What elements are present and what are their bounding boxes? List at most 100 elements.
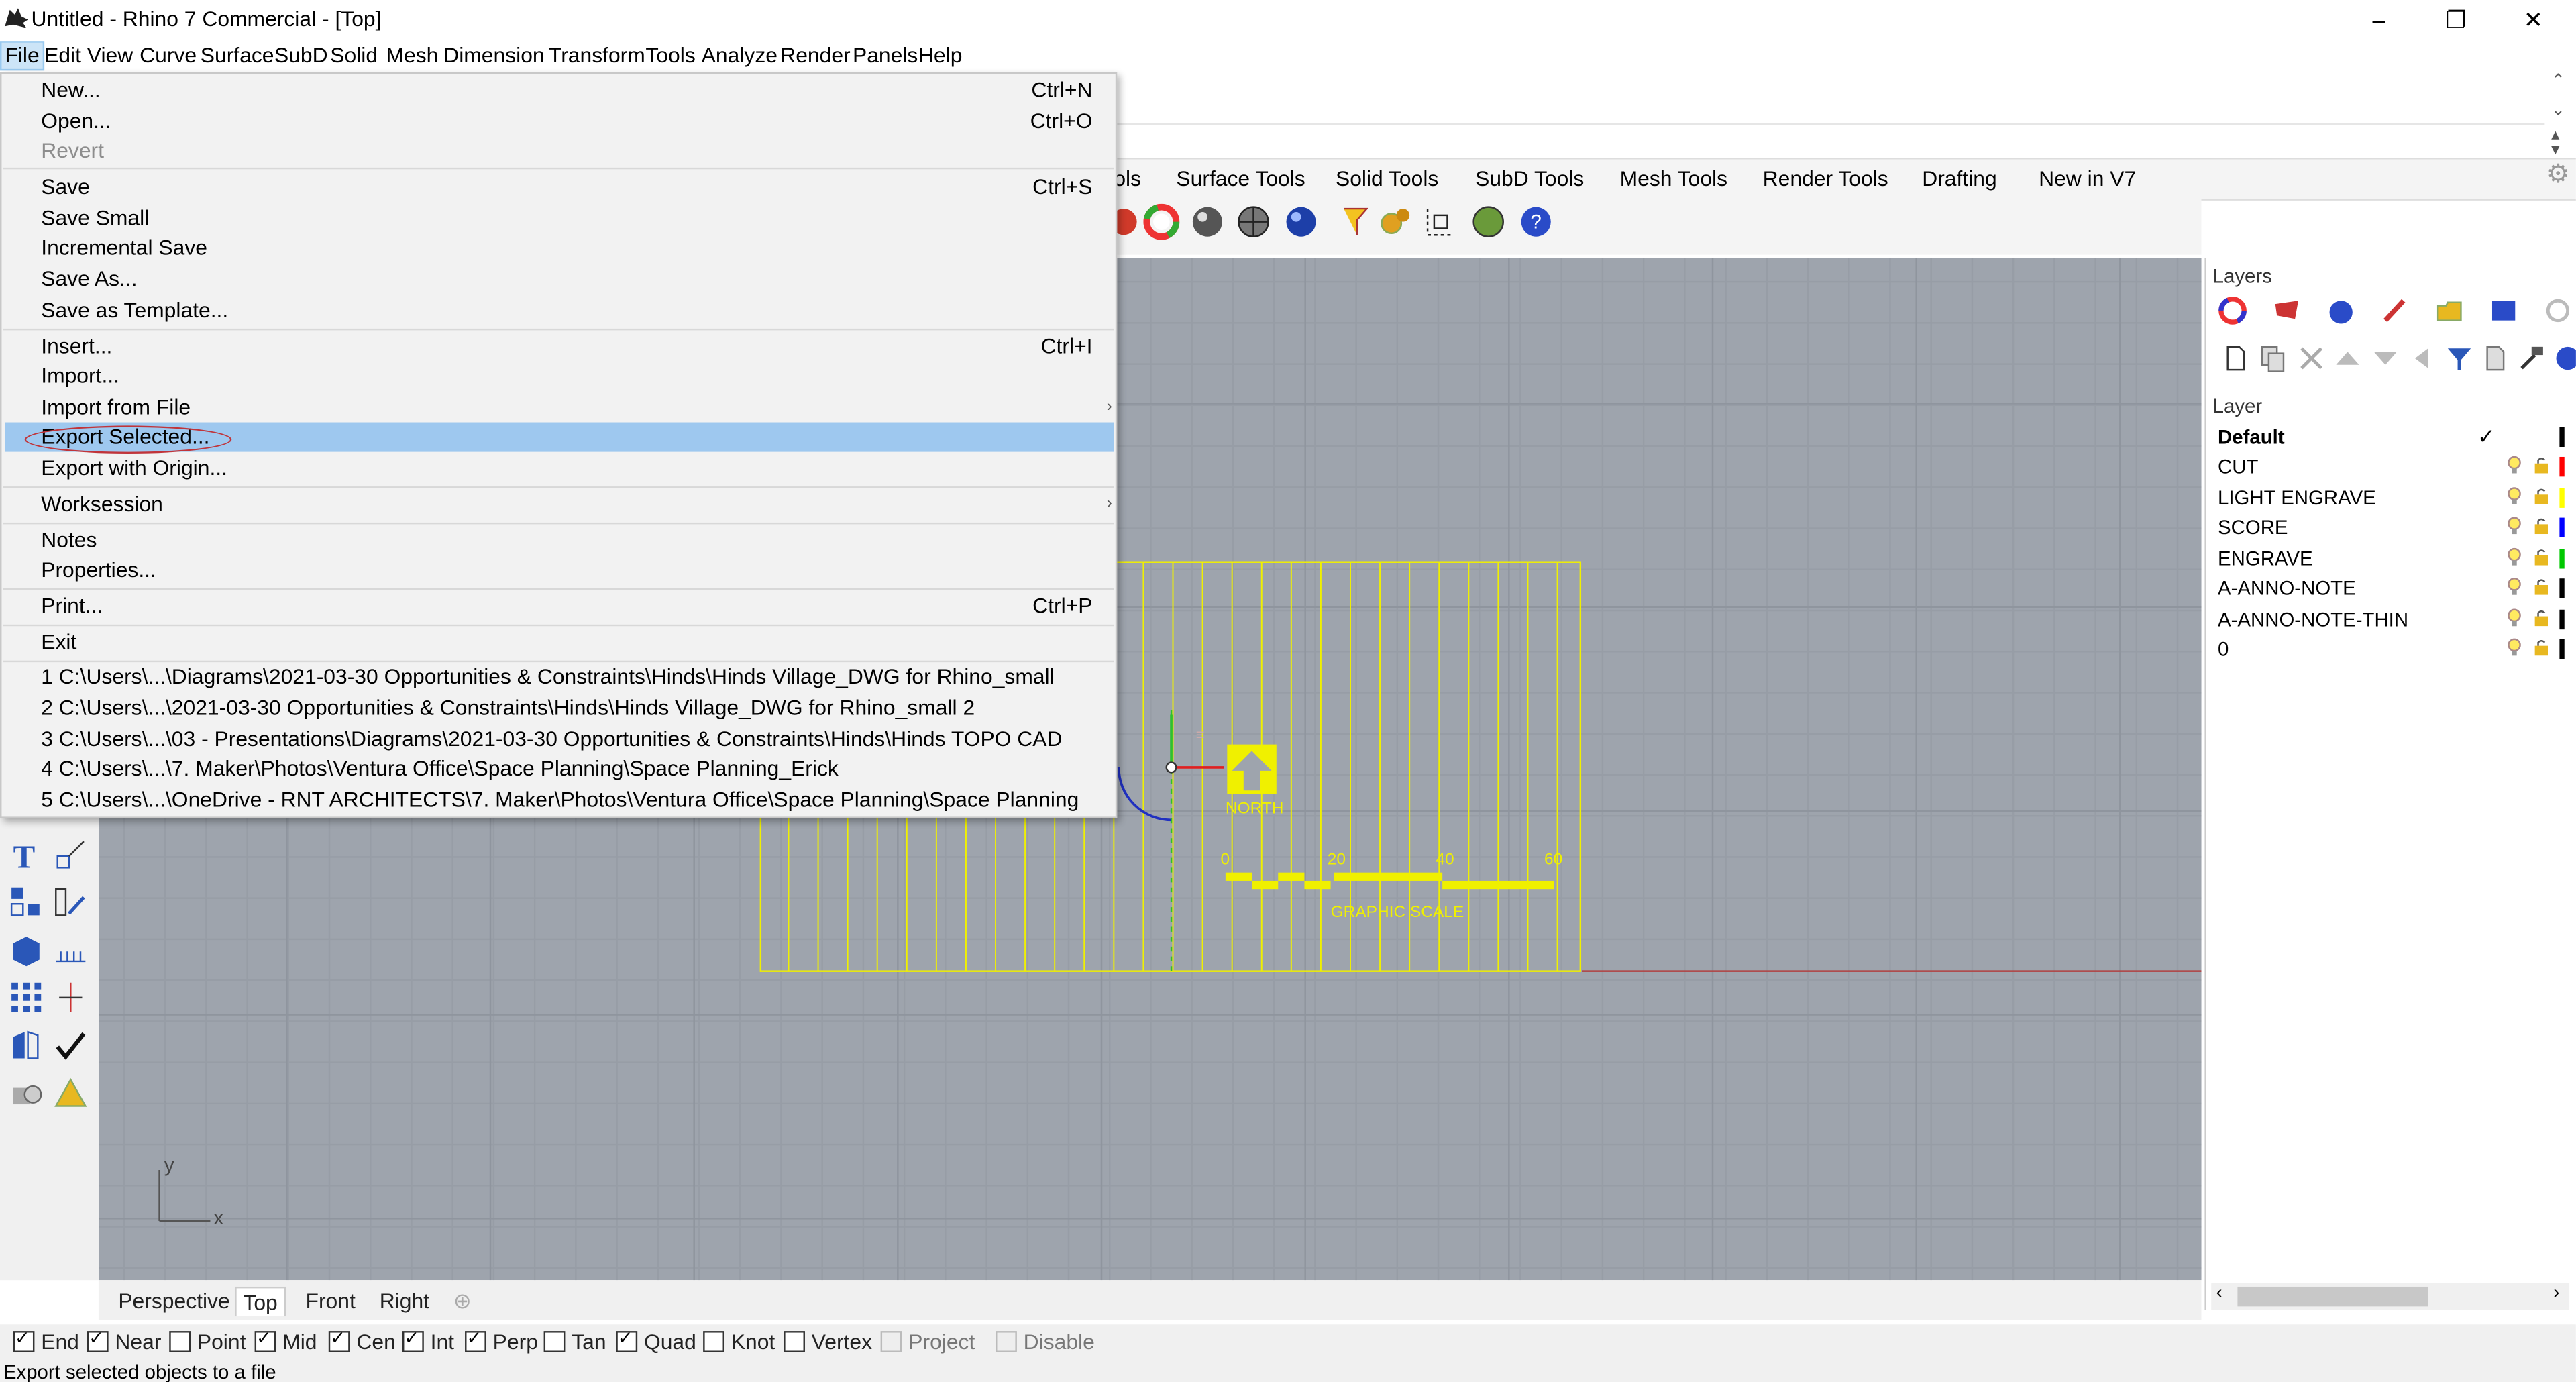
checkbox-int[interactable] (402, 1328, 424, 1352)
properties-tab-icon[interactable] (2218, 296, 2247, 325)
menu-view[interactable]: View (84, 43, 136, 68)
dimension-tool-icon[interactable] (52, 884, 89, 920)
tab-subd-tools[interactable]: SubD Tools (1475, 166, 1584, 191)
layer-state-icon[interactable] (2481, 343, 2510, 373)
layer-color-swatch[interactable] (2559, 639, 2565, 659)
osnap-mid[interactable]: Mid (254, 1328, 317, 1354)
settings-tab-icon[interactable] (2543, 296, 2573, 325)
unlock-icon[interactable] (2533, 457, 2549, 474)
unlock-icon[interactable] (2533, 518, 2549, 535)
checkbox-perp[interactable] (465, 1328, 486, 1352)
render-cone-icon[interactable] (52, 1075, 89, 1111)
scale-tool-icon[interactable] (52, 837, 89, 873)
lightbulb-icon[interactable] (2507, 486, 2522, 506)
recent-file-2[interactable]: 2 C:\Users\...\2021-03-30 Opportunities … (41, 694, 975, 723)
layer-row-default[interactable]: Default ✓ (2211, 423, 2569, 452)
menu-edit[interactable]: Edit (41, 43, 85, 68)
menu-item-worksession[interactable]: Worksession › (41, 490, 1112, 519)
layer-row-light-engrave[interactable]: LIGHT ENGRAVE (2211, 483, 2569, 513)
layer-color-swatch[interactable] (2559, 488, 2565, 508)
osnap-point[interactable]: Point (169, 1330, 246, 1354)
osnap-project[interactable]: Project (880, 1330, 975, 1354)
menu-subd[interactable]: SubD (271, 43, 331, 68)
recent-file-3[interactable]: 3 C:\Users\...\03 - Presentations\Diagra… (41, 725, 1062, 754)
menu-item-import-from-file[interactable]: Import from File › (41, 392, 1112, 422)
color-wheel-icon[interactable] (1143, 203, 1180, 240)
tab-solid-tools[interactable]: Solid Tools (1336, 166, 1438, 191)
tools-hammer-icon[interactable] (2517, 343, 2546, 373)
menu-item-exit[interactable]: Exit (41, 628, 76, 657)
checkbox-mid[interactable] (254, 1328, 276, 1352)
menu-item-notes[interactable]: Notes (41, 526, 97, 555)
minimize-button[interactable]: – (2346, 3, 2412, 36)
recent-file-4[interactable]: 4 C:\Users\...\7. Maker\Photos\Ventura O… (41, 754, 839, 784)
recent-file-5[interactable]: 5 C:\Users\...\OneDrive - RNT ARCHITECTS… (41, 786, 1079, 815)
tab-new-in-v7[interactable]: New in V7 (2039, 166, 2136, 191)
chevron-up-icon[interactable]: ⌃ (2551, 72, 2565, 91)
menu-item-export-with-origin[interactable]: Export with Origin... (41, 454, 227, 483)
osnap-end[interactable]: End (13, 1328, 79, 1354)
delete-layer-icon[interactable] (2297, 343, 2326, 373)
menu-item-save-small[interactable]: Save Small (41, 204, 149, 233)
checkbox-vertex[interactable] (784, 1331, 805, 1352)
osnap-disable[interactable]: Disable (996, 1330, 1095, 1354)
gear-icon[interactable]: ⚙ (2546, 162, 2573, 189)
layer-row-a-anno-note[interactable]: A-ANNO-NOTE (2211, 574, 2569, 603)
tab-mesh-tools[interactable]: Mesh Tools (1620, 166, 1727, 191)
menu-file[interactable]: File (0, 41, 45, 71)
osnap-cen[interactable]: Cen (328, 1328, 396, 1354)
lightbulb-icon[interactable] (2507, 577, 2522, 596)
unlock-icon[interactable] (2533, 488, 2549, 504)
scroll-left-icon[interactable]: ‹ (2216, 1283, 2222, 1303)
layer-row-a-anno-note-thin[interactable]: A-ANNO-NOTE-THIN (2211, 604, 2569, 634)
spin-down-icon[interactable]: ▾ (2551, 142, 2559, 160)
new-sublayer-icon[interactable] (2259, 343, 2288, 373)
checkbox-quad[interactable] (616, 1328, 638, 1352)
recent-file-1[interactable]: 1 C:\Users\...\Diagrams\2021-03-30 Oppor… (41, 662, 1054, 692)
menu-item-open[interactable]: Open... Ctrl+O (41, 107, 1092, 136)
render-tab-icon[interactable] (2326, 296, 2356, 325)
tab-surface-tools[interactable]: Surface Tools (1176, 166, 1305, 191)
unlock-icon[interactable] (2533, 610, 2549, 627)
menu-dimension[interactable]: Dimension (440, 43, 547, 68)
materials-tab-icon[interactable] (2380, 296, 2410, 325)
filter-icon[interactable] (2445, 343, 2474, 373)
menu-curve[interactable]: Curve (136, 43, 200, 68)
checkbox-cen[interactable] (328, 1328, 350, 1352)
osnap-quad[interactable]: Quad (616, 1328, 696, 1354)
box-solid-icon[interactable] (8, 932, 44, 968)
checkbox-near[interactable] (87, 1328, 109, 1352)
layer-color-swatch[interactable] (2559, 427, 2565, 447)
layer-color-swatch[interactable] (2559, 578, 2565, 598)
add-viewport-icon[interactable]: ⊕ (453, 1288, 472, 1314)
layer-row-score[interactable]: SCORE (2211, 513, 2569, 542)
layer-color-swatch[interactable] (2559, 456, 2565, 477)
grid-array-icon[interactable] (8, 979, 44, 1016)
restore-button[interactable]: ❐ (2423, 3, 2489, 36)
menu-item-save-as[interactable]: Save As... (41, 264, 137, 294)
checkbox-tan[interactable] (543, 1331, 566, 1352)
libraries-tab-icon[interactable] (2434, 296, 2464, 325)
osnap-int[interactable]: Int (402, 1328, 454, 1354)
lightbulb-icon[interactable] (2507, 547, 2522, 567)
command-scrollbar[interactable]: ⌃ ⌄ ▴ ▾ (2544, 72, 2576, 230)
unlock-icon[interactable] (2533, 578, 2549, 595)
lightbulb-icon[interactable] (2507, 608, 2522, 627)
checkbox-project[interactable] (880, 1331, 902, 1352)
check-icon[interactable] (52, 1027, 89, 1063)
checkbox-knot[interactable] (703, 1331, 724, 1352)
rendered-sphere-icon[interactable] (1283, 204, 1320, 240)
layers-horizontal-scrollbar[interactable]: ‹ › (2211, 1283, 2570, 1310)
tab-drafting[interactable]: Drafting (1922, 166, 1997, 191)
tab-perspective[interactable]: Perspective (118, 1288, 229, 1313)
array-tool-icon[interactable] (8, 884, 44, 920)
osnap-perp[interactable]: Perp (465, 1328, 538, 1354)
menu-solid[interactable]: Solid (327, 43, 381, 68)
lightbulb-icon[interactable] (2507, 516, 2522, 535)
checkbox-point[interactable] (169, 1331, 191, 1352)
shaded-sphere-icon[interactable] (1189, 204, 1226, 240)
unlock-icon[interactable] (2533, 639, 2549, 656)
layer-color-swatch[interactable] (2559, 549, 2565, 569)
layer-column-header[interactable]: Layer (2213, 394, 2263, 417)
tab-front[interactable]: Front (305, 1288, 355, 1313)
